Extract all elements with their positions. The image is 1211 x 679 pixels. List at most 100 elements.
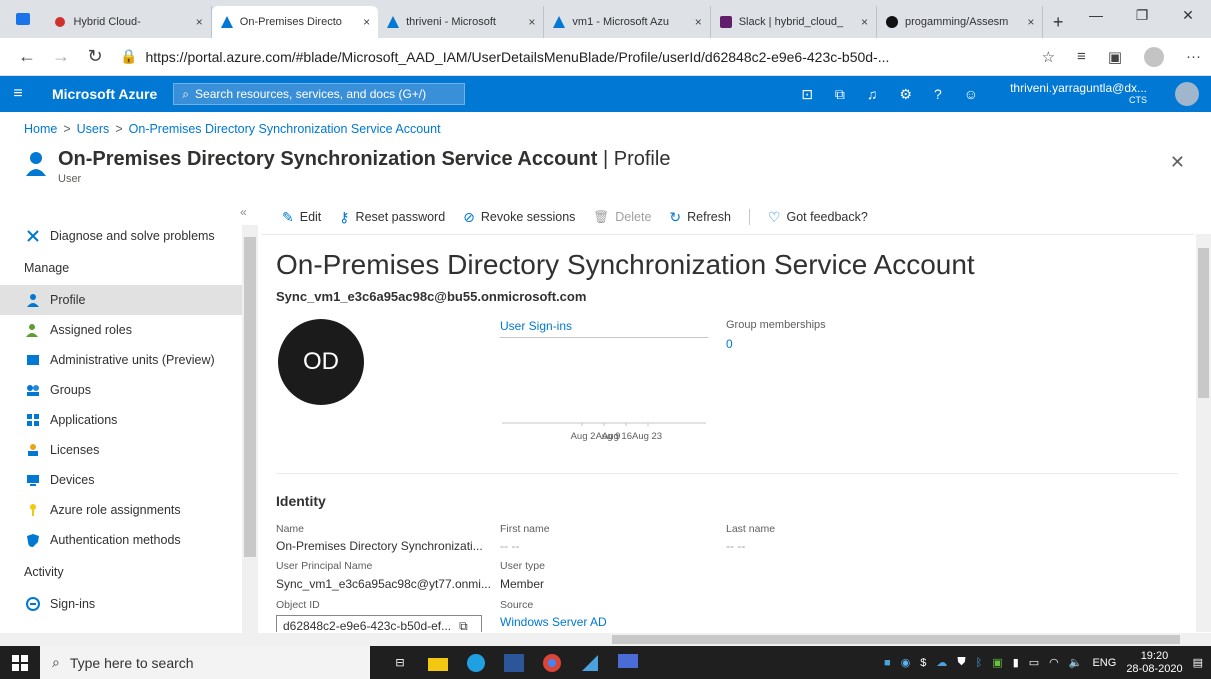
- sidebar-item-label: Sign-ins: [50, 597, 96, 611]
- sidebar-item-applications[interactable]: Applications: [0, 405, 242, 435]
- url-field[interactable]: 🔒 https://portal.azure.com/#blade/Micros…: [120, 43, 1028, 71]
- horizontal-scrollbar[interactable]: [0, 633, 1211, 646]
- back-icon[interactable]: ←: [10, 46, 44, 67]
- volume-icon[interactable]: 🔈: [1069, 656, 1083, 669]
- sidebar-item-profile[interactable]: Profile: [0, 285, 242, 315]
- favorite-star-icon[interactable]: ☆: [1042, 48, 1055, 66]
- azure-brand[interactable]: Microsoft Azure: [36, 86, 173, 102]
- tab-label: Hybrid Cloud-: [73, 16, 141, 28]
- sign-ins-chart-title[interactable]: User Sign-ins: [500, 319, 708, 338]
- close-tab-icon[interactable]: ×: [695, 15, 702, 29]
- favorites-list-icon[interactable]: ≡: [1077, 48, 1086, 65]
- profile-avatar-icon[interactable]: [1144, 46, 1164, 67]
- directory-filter-icon[interactable]: ⧉: [835, 86, 845, 103]
- sidebar-item-diagnose[interactable]: Diagnose and solve problems: [0, 221, 242, 251]
- more-menu-icon[interactable]: ···: [1186, 48, 1201, 65]
- sidebar-item-azure-role-assignments[interactable]: Azure role assignments: [0, 495, 242, 525]
- tray-app-icon[interactable]: ■: [884, 657, 891, 669]
- word-icon[interactable]: [502, 652, 526, 674]
- avatar: OD: [278, 319, 364, 405]
- settings-gear-icon[interactable]: ⚙: [899, 86, 912, 103]
- refresh-icon[interactable]: ↻: [78, 46, 112, 67]
- delete-button[interactable]: 🗑 Delete: [593, 210, 651, 225]
- sidebar-scrollbar[interactable]: [242, 225, 258, 633]
- copy-icon[interactable]: ⧉: [459, 619, 468, 633]
- language-indicator[interactable]: ENG: [1092, 657, 1116, 669]
- task-view-icon[interactable]: ⊟: [388, 652, 412, 674]
- breadcrumb-users[interactable]: Users: [77, 122, 110, 136]
- sidebar-item-authentication-methods[interactable]: Authentication methods: [0, 525, 242, 555]
- close-tab-icon[interactable]: ×: [196, 15, 203, 29]
- scrollbar-thumb[interactable]: [612, 635, 1180, 644]
- forward-icon[interactable]: →: [44, 46, 78, 67]
- azure-search-input[interactable]: ⌕ Search resources, services, and docs (…: [173, 83, 466, 105]
- taskbar-search-input[interactable]: ⌕ Type here to search: [40, 646, 370, 679]
- object-id-field[interactable]: d62848c2-e9e6-423c-b50d-ef... ⧉: [276, 615, 482, 632]
- scrollbar-thumb[interactable]: [244, 237, 256, 557]
- sidebar-item-devices[interactable]: Devices: [0, 465, 242, 495]
- windows-start-icon[interactable]: [0, 654, 40, 671]
- breadcrumb-current[interactable]: On-Premises Directory Synchronization Se…: [129, 122, 441, 136]
- reset-password-button[interactable]: ⚷ Reset password: [339, 209, 445, 226]
- collections-icon[interactable]: ▣: [1108, 48, 1122, 66]
- user-icon: [26, 152, 46, 176]
- restore-icon[interactable]: ❐: [1119, 0, 1165, 30]
- new-tab-button[interactable]: +: [1043, 6, 1073, 38]
- sidebar-item-licenses[interactable]: Licenses: [0, 435, 242, 465]
- notification-center-icon[interactable]: ▤: [1193, 656, 1203, 669]
- content-scrollbar[interactable]: [1196, 234, 1211, 632]
- tab-vm1[interactable]: vm1 - Microsoft Azu ×: [544, 6, 711, 38]
- browser-menu-icon[interactable]: [0, 0, 45, 38]
- close-tab-icon[interactable]: ×: [861, 15, 868, 29]
- close-tab-icon[interactable]: ×: [528, 15, 535, 29]
- hamburger-menu-icon[interactable]: ≡: [0, 85, 36, 103]
- sidebar-item-groups[interactable]: Groups: [0, 375, 242, 405]
- edit-button[interactable]: ✎ Edit: [282, 209, 321, 226]
- file-explorer-icon[interactable]: [426, 652, 450, 674]
- dollar-icon[interactable]: $: [920, 657, 926, 669]
- scrollbar-thumb[interactable]: [1198, 248, 1209, 398]
- group-memberships-count[interactable]: 0: [726, 337, 733, 351]
- cloud-shell-icon[interactable]: ⊡: [801, 86, 813, 103]
- sidebar-item-assigned-roles[interactable]: Assigned roles: [0, 315, 242, 345]
- revoke-sessions-button[interactable]: ⊘ Revoke sessions: [463, 209, 575, 226]
- bluetooth-icon[interactable]: ᛒ: [976, 657, 983, 669]
- paint-icon[interactable]: [578, 652, 602, 674]
- breadcrumb-home[interactable]: Home: [24, 122, 57, 136]
- tab-on-premises[interactable]: On-Premises Directo ×: [211, 6, 379, 38]
- close-icon[interactable]: ✕: [1170, 152, 1185, 173]
- battery-icon[interactable]: ▭: [1029, 656, 1039, 669]
- source-value[interactable]: Windows Server AD: [500, 615, 607, 629]
- tab-thriveni[interactable]: thriveni - Microsoft ×: [378, 6, 545, 38]
- tab-slack[interactable]: Slack | hybrid_cloud_ ×: [711, 6, 878, 38]
- tab-hybrid-cloud[interactable]: Hybrid Cloud- ×: [45, 6, 212, 38]
- remote-desktop-icon[interactable]: [616, 652, 640, 674]
- page-title-suffix: | Profile: [603, 148, 671, 170]
- defender-icon[interactable]: ⛊: [957, 656, 965, 669]
- close-tab-icon[interactable]: ×: [1027, 15, 1034, 29]
- account-info[interactable]: thriveni.yarraguntla@dx... CTS: [1010, 82, 1147, 106]
- help-icon[interactable]: ?: [934, 86, 942, 102]
- onedrive-icon[interactable]: ☁: [936, 656, 947, 669]
- tray-app-icon[interactable]: ▣: [992, 656, 1002, 669]
- microphone-icon[interactable]: ▮: [1013, 656, 1019, 669]
- sidebar-item-administrative-units[interactable]: Administrative units (Preview): [0, 345, 242, 375]
- feedback-smiley-icon[interactable]: ☺: [964, 86, 978, 102]
- collapse-icon[interactable]: «: [240, 205, 247, 219]
- edge-browser-icon[interactable]: [464, 652, 488, 674]
- sidebar-item-sign-ins[interactable]: Sign-ins: [0, 589, 242, 619]
- avatar[interactable]: [1175, 82, 1199, 106]
- sign-ins-icon: [26, 597, 40, 611]
- tray-app-icon[interactable]: ◉: [901, 656, 911, 669]
- close-window-icon[interactable]: ✕: [1165, 0, 1211, 30]
- close-tab-icon[interactable]: ×: [363, 15, 370, 29]
- minimize-icon[interactable]: —: [1073, 0, 1119, 30]
- chrome-icon[interactable]: [540, 652, 564, 674]
- object-id-label: Object ID: [276, 599, 320, 611]
- wifi-icon[interactable]: ◠: [1049, 656, 1059, 669]
- taskbar-clock[interactable]: 19:20 28-08-2020: [1126, 650, 1182, 676]
- notifications-bell-icon[interactable]: ♫: [867, 86, 878, 102]
- feedback-button[interactable]: ♡ Got feedback?: [768, 209, 868, 226]
- tab-github[interactable]: progamming/Assesm ×: [877, 6, 1044, 38]
- refresh-button[interactable]: ↻ Refresh: [669, 209, 731, 226]
